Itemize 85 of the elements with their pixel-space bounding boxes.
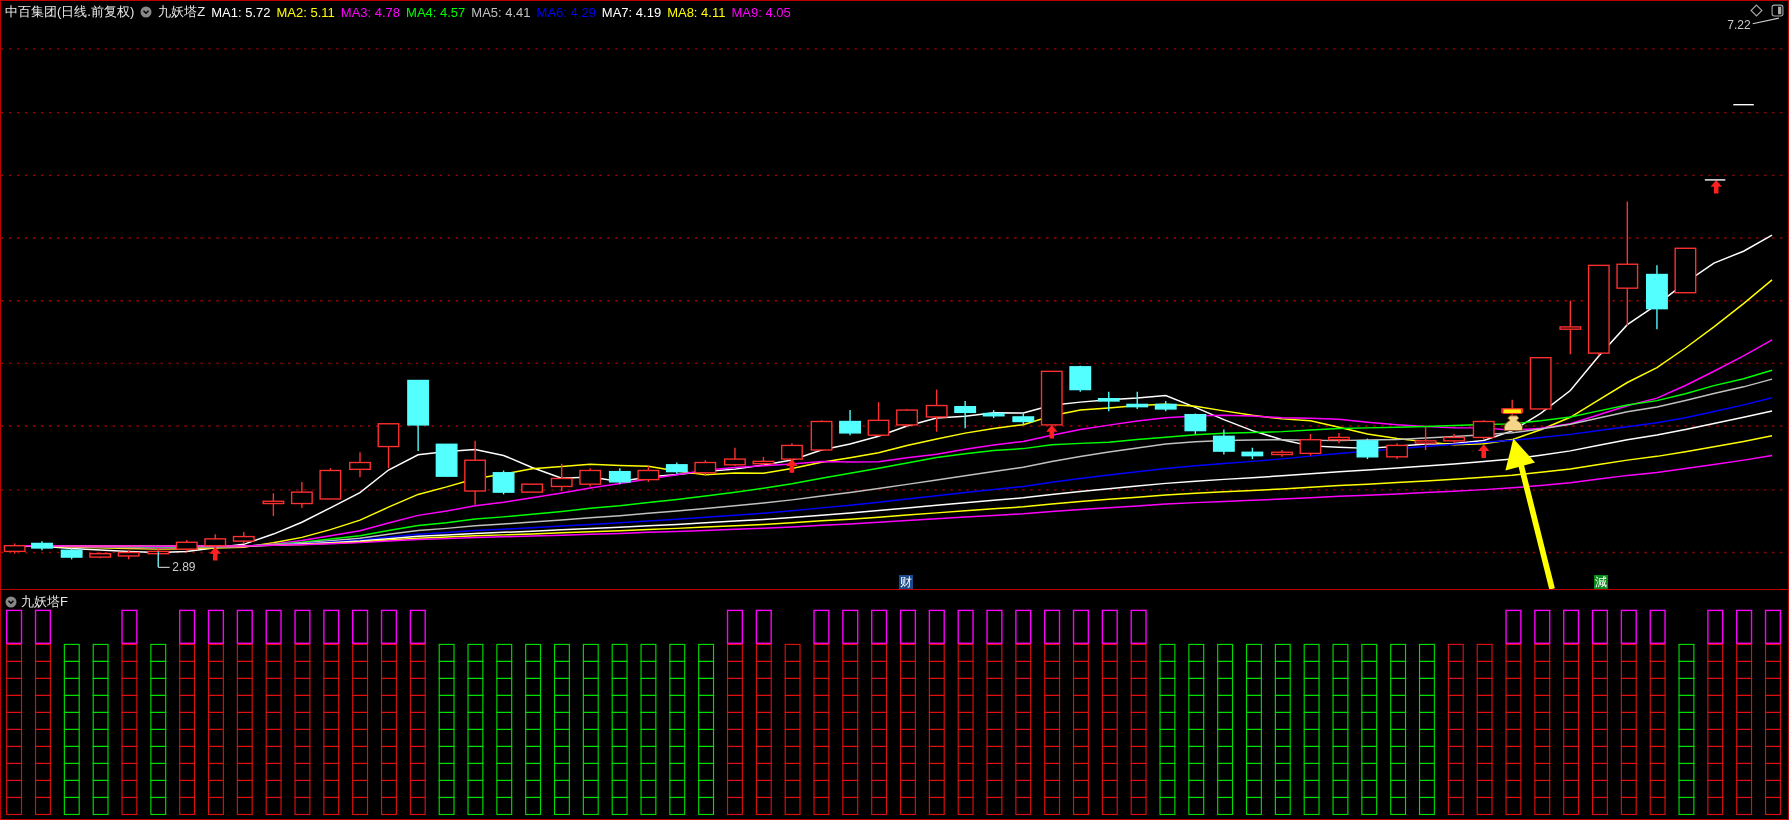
candlestick — [1184, 412, 1207, 435]
candlestick — [1126, 391, 1149, 410]
legend-item: MA1: 5.72 — [211, 4, 271, 20]
candlestick — [377, 423, 400, 469]
candlestick — [262, 492, 285, 517]
legend-item: MA5: 4.41 — [471, 4, 531, 20]
legend-item: MA2: 5.11 — [276, 4, 335, 20]
candlestick — [1069, 364, 1092, 393]
candlestick — [349, 451, 371, 478]
candlestick — [1212, 428, 1235, 456]
candlestick — [492, 469, 515, 496]
candlestick — [204, 533, 227, 549]
candlestick — [694, 459, 717, 476]
legend-item: MA9: 4.05 — [731, 4, 791, 20]
candlestick — [3, 542, 26, 555]
candlestick — [1559, 300, 1582, 355]
low-price-label: 2.89 — [172, 560, 196, 575]
candlestick — [1529, 357, 1552, 410]
candlestick — [954, 400, 977, 429]
candlestick — [839, 409, 861, 436]
candlestick — [1328, 432, 1350, 444]
candlestick — [60, 547, 83, 561]
candlestick — [550, 462, 573, 492]
up-arrow-icon — [1478, 444, 1490, 458]
high-price-label: 7.22 — [1727, 18, 1751, 33]
dropdown-icon[interactable] — [140, 6, 153, 18]
candlestick — [867, 401, 890, 437]
up-arrow-icon — [1046, 424, 1058, 439]
indicator-name: 九妖塔F — [21, 593, 68, 611]
candlestick — [1356, 437, 1379, 460]
candlestick — [810, 419, 833, 451]
candlestick — [1241, 447, 1264, 460]
candlestick — [1097, 391, 1120, 412]
up-arrow-icon — [786, 459, 798, 473]
leader-line — [1752, 17, 1780, 25]
stock-title: 中百集团(日线.前复权) — [5, 3, 135, 21]
candlestick — [1414, 426, 1437, 451]
candlestick — [1472, 419, 1495, 441]
up-arrow-icon — [209, 546, 221, 561]
candlestick — [435, 443, 458, 477]
candlestick — [89, 551, 112, 559]
candlestick — [724, 447, 746, 467]
candlestick — [752, 456, 775, 467]
candlestick — [117, 549, 140, 561]
money-bag-icon — [1503, 415, 1524, 432]
signal-badge: 減 — [1593, 574, 1608, 589]
dropdown-icon[interactable] — [5, 596, 17, 608]
candlestick — [1299, 433, 1322, 457]
up-arrow-icon — [1710, 179, 1722, 194]
candlestick — [1646, 264, 1668, 330]
candlestick — [175, 539, 198, 553]
leader-line — [157, 550, 171, 568]
candlestick — [31, 540, 53, 551]
panel-toggle-icon[interactable] — [1771, 4, 1784, 17]
candlestick — [290, 481, 313, 509]
candlestick — [1154, 400, 1177, 412]
legend-item: MA7: 4.19 — [601, 4, 662, 20]
diamond-icon[interactable] — [1750, 4, 1763, 17]
candlestick — [521, 483, 544, 493]
legend-item: MA3: 4.78 — [340, 4, 401, 20]
candlestick — [1012, 412, 1035, 426]
candlestick — [637, 465, 660, 483]
candlestick — [1271, 449, 1293, 458]
candlestick — [1443, 433, 1465, 444]
candlestick — [896, 408, 918, 428]
candlestick — [781, 442, 803, 463]
legend-item: MA8: 4.11 — [667, 4, 726, 20]
legend-item: MA4: 4.57 — [406, 4, 466, 20]
candlestick — [232, 531, 255, 545]
candlestick — [608, 467, 631, 485]
signal-badge: 财 — [898, 574, 913, 589]
price-marker-line — [1732, 104, 1755, 106]
candlestick — [665, 461, 688, 475]
price-marker-line — [1704, 179, 1726, 181]
candlestick — [1040, 370, 1063, 428]
legend-item: MA6: 4.29 — [536, 4, 596, 20]
indicator-name: 九妖塔Z — [158, 3, 206, 21]
highlight-bar — [1502, 408, 1522, 414]
candlestick — [464, 440, 487, 506]
candlestick — [1386, 442, 1409, 460]
candlestick — [925, 388, 948, 433]
candlestick — [319, 467, 342, 500]
candlestick — [982, 409, 1005, 419]
candlestick — [579, 467, 602, 488]
candlestick — [1674, 247, 1697, 294]
